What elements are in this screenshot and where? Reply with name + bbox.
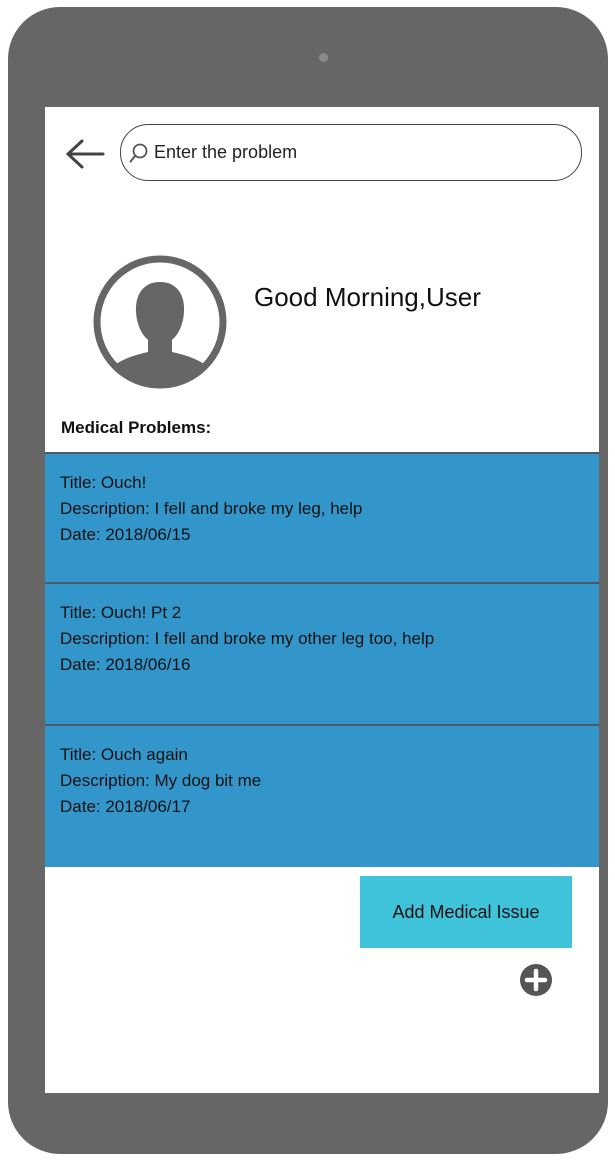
app-screen: Good Morning,User Medical Problems: Titl… — [45, 107, 599, 1093]
problem-card[interactable]: Title: Ouch! Description: I fell and bro… — [45, 452, 599, 582]
greeting-text: Good Morning,User — [254, 282, 481, 312]
section-heading: Medical Problems: — [61, 418, 212, 437]
problem-description: Description: I fell and broke my leg, he… — [60, 499, 363, 518]
search-input[interactable] — [154, 139, 554, 165]
problem-card[interactable]: Title: Ouch again Description: My dog bi… — [45, 724, 599, 867]
problem-date: Date: 2018/06/16 — [60, 655, 191, 674]
search-icon — [129, 143, 148, 163]
phone-frame: Good Morning,User Medical Problems: Titl… — [8, 7, 608, 1154]
plus-circle-icon[interactable] — [519, 963, 553, 997]
problem-description: Description: My dog bit me — [60, 771, 262, 790]
problem-title: Title: Ouch! Pt 2 — [60, 603, 182, 622]
user-avatar-icon — [93, 255, 227, 389]
problem-title: Title: Ouch again — [60, 745, 188, 764]
camera-dot — [319, 53, 328, 62]
problem-title: Title: Ouch! — [60, 473, 147, 492]
problem-date: Date: 2018/06/15 — [60, 525, 191, 544]
search-bar[interactable] — [120, 124, 582, 181]
arrow-left-icon[interactable] — [65, 138, 105, 170]
problem-date: Date: 2018/06/17 — [60, 797, 191, 816]
problem-card[interactable]: Title: Ouch! Pt 2 Description: I fell an… — [45, 582, 599, 724]
add-medical-issue-button[interactable]: Add Medical Issue — [360, 876, 572, 948]
medical-problem-list: Title: Ouch! Description: I fell and bro… — [45, 452, 599, 867]
problem-description: Description: I fell and broke my other l… — [60, 629, 435, 648]
